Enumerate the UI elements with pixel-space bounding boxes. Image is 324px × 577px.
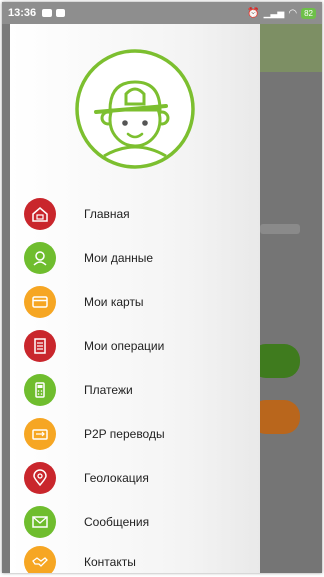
menu-item-label: Мои данные — [84, 251, 154, 265]
background-header — [260, 24, 322, 72]
menu-item-label: Контакты — [84, 555, 136, 569]
menu-item-contacts[interactable]: Контакты — [24, 544, 254, 573]
wifi-icon: ◠ — [288, 7, 298, 19]
person-icon — [24, 242, 56, 274]
alarm-icon: ⏰ — [247, 7, 260, 19]
envelope-icon — [24, 506, 56, 538]
menu-item-messages[interactable]: Сообщения — [24, 504, 254, 540]
message-notification-icon — [56, 9, 66, 17]
menu-item-home[interactable]: Главная — [24, 196, 254, 232]
pos-terminal-icon — [24, 374, 56, 406]
profile-avatar[interactable] — [74, 48, 196, 170]
handshake-icon — [24, 546, 56, 573]
navigation-drawer: Главная Мои данные Мои карты Мои операци… — [10, 24, 260, 573]
menu-item-label: Геолокация — [84, 471, 149, 485]
card-icon — [24, 286, 56, 318]
menu-item-geolocation[interactable]: Геолокация — [24, 460, 254, 496]
menu-item-my-operations[interactable]: Мои операции — [24, 328, 254, 364]
avatar-icon — [75, 49, 195, 169]
notification-icon — [42, 9, 53, 17]
menu-item-p2p-transfers[interactable]: P2P переводы — [24, 416, 254, 452]
app-screen: 13:36 ⏰ ▁▃▅ ◠ 82 Главная Мои данные Мои … — [2, 2, 322, 573]
menu-item-label: Главная — [84, 207, 130, 221]
menu-item-label: Сообщения — [84, 515, 150, 529]
home-icon — [24, 198, 56, 230]
transfer-icon — [24, 418, 56, 450]
battery-icon: 82 — [301, 7, 316, 19]
document-icon — [24, 330, 56, 362]
signal-icon: ▁▃▅ — [263, 7, 285, 18]
background-text — [260, 224, 300, 234]
menu-item-label: Платежи — [84, 383, 133, 397]
menu-item-payments[interactable]: Платежи — [24, 372, 254, 408]
status-bar: 13:36 ⏰ ▁▃▅ ◠ 82 — [2, 2, 322, 24]
location-pin-icon — [24, 462, 56, 494]
menu-item-my-cards[interactable]: Мои карты — [24, 284, 254, 320]
status-time: 13:36 — [8, 7, 37, 19]
background-content[interactable] — [250, 24, 322, 573]
menu-item-my-data[interactable]: Мои данные — [24, 240, 254, 276]
menu-item-label: P2P переводы — [84, 427, 165, 441]
menu-item-label: Мои операции — [84, 339, 165, 353]
menu-item-label: Мои карты — [84, 295, 144, 309]
